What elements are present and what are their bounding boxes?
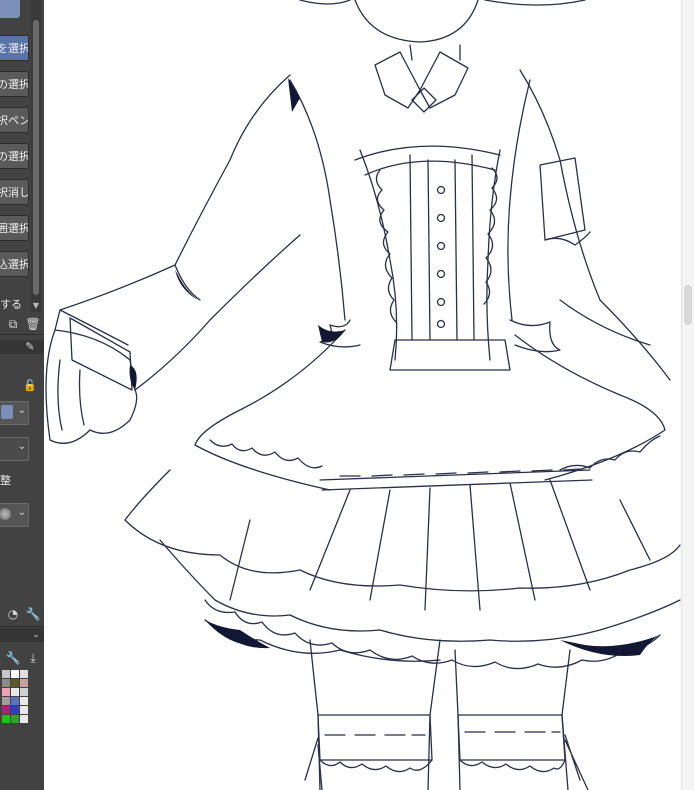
texture-preview-icon: [0, 508, 11, 520]
brush-preview-icon: [1, 405, 13, 419]
color-swatch[interactable]: [20, 697, 28, 705]
download-icon[interactable]: ⤓: [25, 650, 41, 666]
tool-list-item[interactable]: 択ペン: [0, 107, 29, 133]
panel-divider: [0, 334, 44, 335]
color-swatch[interactable]: [2, 715, 10, 723]
color-swatch[interactable]: [20, 679, 28, 687]
property-tab-strip: ✎: [0, 340, 44, 354]
texture-dropdown[interactable]: ⌄: [0, 503, 29, 527]
right-stocking-band: [457, 714, 566, 761]
left-sleeve: [54, 74, 301, 391]
scrollbar-thumb[interactable]: [33, 20, 39, 295]
brush-shape-dropdown[interactable]: ⌄: [0, 401, 29, 425]
tool-list-item[interactable]: 込選択: [0, 251, 29, 277]
color-swatch[interactable]: [11, 679, 19, 687]
collar: [374, 51, 469, 109]
size-unit-dropdown[interactable]: ⌄: [0, 437, 29, 461]
left-stocking-band: [317, 714, 433, 761]
color-swatch[interactable]: [2, 706, 10, 714]
color-swatch[interactable]: [20, 670, 28, 678]
color-swatch[interactable]: [11, 688, 19, 696]
tool-list-item[interactable]: の選択: [0, 143, 29, 169]
right-sleeve: [519, 69, 671, 381]
wrench-icon[interactable]: 🔧: [25, 606, 41, 622]
chevron-down-icon: ⌄: [17, 507, 26, 518]
tool-list-item[interactable]: 択消し: [0, 179, 29, 205]
head-outline: [354, 0, 479, 43]
skirt-tier-2: [159, 539, 681, 642]
chevron-down-icon: ⌄: [17, 441, 26, 452]
tool-list-scrollbar[interactable]: ▼: [31, 0, 41, 312]
wrench-icon[interactable]: 🔧: [5, 650, 21, 666]
drawing-canvas[interactable]: [44, 0, 694, 790]
property-row-label: 整: [0, 474, 11, 487]
skirt-tier-1: [124, 469, 681, 592]
tool-palette-panel: を選択の選択択ペンの選択択消し囲選択込選択 ▼ する ⧉ 🗑 ✎ 🔓 ⌄ ⌄ 整…: [0, 0, 44, 790]
trash-icon[interactable]: 🗑: [25, 316, 41, 332]
panel-header-button[interactable]: [0, 0, 20, 18]
chevron-down-icon[interactable]: ⌄: [28, 627, 44, 643]
color-swatch[interactable]: [11, 697, 19, 705]
navigator-icon[interactable]: ◔: [5, 606, 21, 622]
color-swatch[interactable]: [2, 670, 10, 678]
tool-list-item[interactable]: 囲選択: [0, 215, 29, 241]
color-swatch[interactable]: [2, 688, 10, 696]
jacket-left-edge: [289, 79, 346, 321]
color-swatch[interactable]: [2, 697, 10, 705]
color-swatch[interactable]: [20, 706, 28, 714]
tool-list-item[interactable]: を選択: [0, 35, 29, 61]
tool-list-item[interactable]: の選択: [0, 71, 29, 97]
canvas-vertical-scrollbar[interactable]: [681, 0, 694, 790]
pen-icon[interactable]: ✎: [22, 339, 38, 355]
tool-footer-label: する: [0, 298, 22, 311]
lock-icon[interactable]: 🔓: [22, 378, 38, 394]
scrollbar-thumb[interactable]: [684, 285, 692, 325]
color-swatch[interactable]: [11, 706, 19, 714]
color-swatch[interactable]: [20, 715, 28, 723]
scroll-down-arrow-icon[interactable]: ▼: [31, 300, 41, 312]
copy-icon[interactable]: ⧉: [5, 316, 21, 332]
color-swatch[interactable]: [2, 679, 10, 687]
color-swatch[interactable]: [20, 688, 28, 696]
color-set-tab-strip: ⌄: [0, 628, 44, 642]
color-swatch[interactable]: [11, 670, 19, 678]
waistband: [389, 339, 511, 371]
right-leg: [454, 649, 461, 790]
chevron-down-icon: ⌄: [17, 405, 26, 416]
color-swatch[interactable]: [11, 715, 19, 723]
